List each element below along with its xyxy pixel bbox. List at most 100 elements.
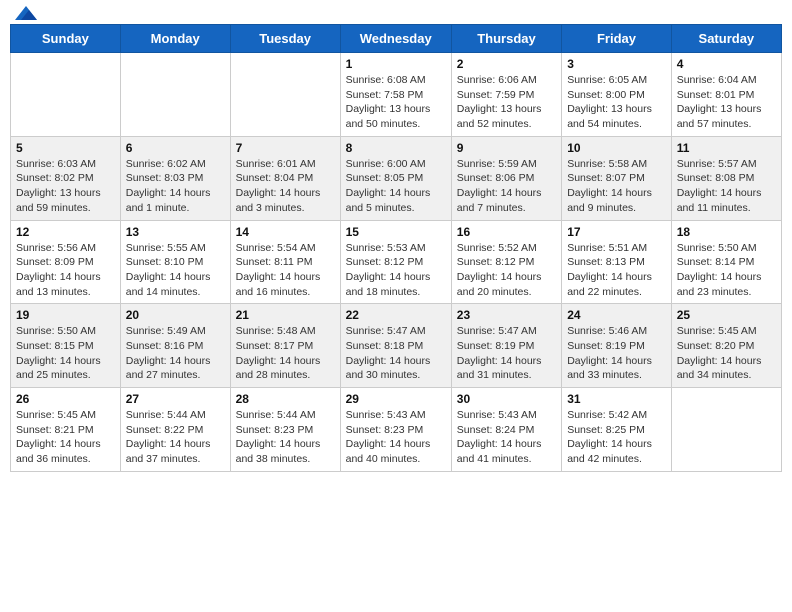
day-number: 9 (457, 141, 556, 155)
cell-content: Sunrise: 6:05 AM Sunset: 8:00 PM Dayligh… (567, 73, 666, 132)
calendar-cell: 17 Sunrise: 5:51 AM Sunset: 8:13 PM Dayli… (562, 220, 672, 304)
calendar-cell: 19 Sunrise: 5:50 AM Sunset: 8:15 PM Dayli… (11, 304, 121, 388)
cell-content: Sunrise: 6:08 AM Sunset: 7:58 PM Dayligh… (346, 73, 446, 132)
calendar-cell: 2Sunrise: 6:06 AM Sunset: 7:59 PM Daylig… (451, 53, 561, 137)
cell-content: Sunrise: 5:42 AM Sunset: 8:25 PM Dayligh… (567, 408, 666, 467)
weekday-header-monday: Monday (120, 25, 230, 53)
calendar-cell: 21 Sunrise: 5:48 AM Sunset: 8:17 PM Dayli… (230, 304, 340, 388)
day-number: 25 (677, 308, 776, 322)
calendar-cell: 13 Sunrise: 5:55 AM Sunset: 8:10 PM Dayli… (120, 220, 230, 304)
weekday-header-thursday: Thursday (451, 25, 561, 53)
cell-content: Sunrise: 5:52 AM Sunset: 8:12 PM Dayligh… (457, 241, 556, 300)
day-number: 31 (567, 392, 666, 406)
calendar-cell: 5Sunrise: 6:03 AM Sunset: 8:02 PM Daylig… (11, 136, 121, 220)
calendar-cell: 30 Sunrise: 5:43 AM Sunset: 8:24 PM Dayli… (451, 388, 561, 472)
day-number: 13 (126, 225, 225, 239)
calendar-cell (120, 53, 230, 137)
cell-content: Sunrise: 5:53 AM Sunset: 8:12 PM Dayligh… (346, 241, 446, 300)
weekday-header-friday: Friday (562, 25, 672, 53)
day-number: 29 (346, 392, 446, 406)
day-number: 15 (346, 225, 446, 239)
day-number: 7 (236, 141, 335, 155)
cell-content: Sunrise: 5:43 AM Sunset: 8:23 PM Dayligh… (346, 408, 446, 467)
cell-content: Sunrise: 5:55 AM Sunset: 8:10 PM Dayligh… (126, 241, 225, 300)
cell-content: Sunrise: 5:57 AM Sunset: 8:08 PM Dayligh… (677, 157, 776, 216)
cell-content: Sunrise: 5:50 AM Sunset: 8:14 PM Dayligh… (677, 241, 776, 300)
day-number: 17 (567, 225, 666, 239)
calendar-cell: 20 Sunrise: 5:49 AM Sunset: 8:16 PM Dayli… (120, 304, 230, 388)
logo-icon (15, 6, 37, 22)
calendar-week-row: 12Sunrise: 5:56 AM Sunset: 8:09 PM Dayli… (11, 220, 782, 304)
day-number: 24 (567, 308, 666, 322)
day-number: 4 (677, 57, 776, 71)
cell-content: Sunrise: 5:44 AM Sunset: 8:22 PM Dayligh… (126, 408, 225, 467)
cell-content: Sunrise: 5:44 AM Sunset: 8:23 PM Dayligh… (236, 408, 335, 467)
calendar-week-row: 1 Sunrise: 6:08 AM Sunset: 7:58 PM Daylig… (11, 53, 782, 137)
calendar-cell: 9Sunrise: 5:59 AM Sunset: 8:06 PM Daylig… (451, 136, 561, 220)
day-number: 16 (457, 225, 556, 239)
day-number: 26 (16, 392, 115, 406)
day-number: 11 (677, 141, 776, 155)
weekday-header-wednesday: Wednesday (340, 25, 451, 53)
cell-content: Sunrise: 5:45 AM Sunset: 8:21 PM Dayligh… (16, 408, 115, 467)
cell-content: Sunrise: 5:47 AM Sunset: 8:18 PM Dayligh… (346, 324, 446, 383)
calendar-cell: 27Sunrise: 5:44 AM Sunset: 8:22 PM Dayli… (120, 388, 230, 472)
calendar-cell (671, 388, 781, 472)
cell-content: Sunrise: 5:49 AM Sunset: 8:16 PM Dayligh… (126, 324, 225, 383)
cell-content: Sunrise: 5:51 AM Sunset: 8:13 PM Dayligh… (567, 241, 666, 300)
calendar-table: SundayMondayTuesdayWednesdayThursdayFrid… (10, 24, 782, 472)
calendar-cell: 7Sunrise: 6:01 AM Sunset: 8:04 PM Daylig… (230, 136, 340, 220)
weekday-header-tuesday: Tuesday (230, 25, 340, 53)
calendar-cell: 26 Sunrise: 5:45 AM Sunset: 8:21 PM Dayli… (11, 388, 121, 472)
cell-content: Sunrise: 5:48 AM Sunset: 8:17 PM Dayligh… (236, 324, 335, 383)
calendar-cell: 12Sunrise: 5:56 AM Sunset: 8:09 PM Dayli… (11, 220, 121, 304)
cell-content: Sunrise: 5:50 AM Sunset: 8:15 PM Dayligh… (16, 324, 115, 383)
calendar-cell: 22Sunrise: 5:47 AM Sunset: 8:18 PM Dayli… (340, 304, 451, 388)
cell-content: Sunrise: 5:54 AM Sunset: 8:11 PM Dayligh… (236, 241, 335, 300)
cell-content: Sunrise: 5:47 AM Sunset: 8:19 PM Dayligh… (457, 324, 556, 383)
calendar-cell: 15 Sunrise: 5:53 AM Sunset: 8:12 PM Dayli… (340, 220, 451, 304)
calendar-cell: 18 Sunrise: 5:50 AM Sunset: 8:14 PM Dayli… (671, 220, 781, 304)
day-number: 20 (126, 308, 225, 322)
calendar-week-row: 19 Sunrise: 5:50 AM Sunset: 8:15 PM Dayli… (11, 304, 782, 388)
weekday-header-sunday: Sunday (11, 25, 121, 53)
day-number: 19 (16, 308, 115, 322)
day-number: 3 (567, 57, 666, 71)
day-number: 18 (677, 225, 776, 239)
cell-content: Sunrise: 6:00 AM Sunset: 8:05 PM Dayligh… (346, 157, 446, 216)
calendar-cell (230, 53, 340, 137)
day-number: 21 (236, 308, 335, 322)
calendar-cell: 16 Sunrise: 5:52 AM Sunset: 8:12 PM Dayli… (451, 220, 561, 304)
calendar-cell: 1 Sunrise: 6:08 AM Sunset: 7:58 PM Daylig… (340, 53, 451, 137)
weekday-header-saturday: Saturday (671, 25, 781, 53)
calendar-cell: 14Sunrise: 5:54 AM Sunset: 8:11 PM Dayli… (230, 220, 340, 304)
cell-content: Sunrise: 5:45 AM Sunset: 8:20 PM Dayligh… (677, 324, 776, 383)
calendar-cell: 8 Sunrise: 6:00 AM Sunset: 8:05 PM Daylig… (340, 136, 451, 220)
cell-content: Sunrise: 5:58 AM Sunset: 8:07 PM Dayligh… (567, 157, 666, 216)
calendar-cell: 11 Sunrise: 5:57 AM Sunset: 8:08 PM Dayli… (671, 136, 781, 220)
calendar-week-row: 5Sunrise: 6:03 AM Sunset: 8:02 PM Daylig… (11, 136, 782, 220)
calendar-cell: 23 Sunrise: 5:47 AM Sunset: 8:19 PM Dayli… (451, 304, 561, 388)
logo (14, 10, 37, 18)
day-number: 2 (457, 57, 556, 71)
calendar-cell: 29 Sunrise: 5:43 AM Sunset: 8:23 PM Dayli… (340, 388, 451, 472)
calendar-cell: 10 Sunrise: 5:58 AM Sunset: 8:07 PM Dayli… (562, 136, 672, 220)
calendar-cell (11, 53, 121, 137)
day-number: 8 (346, 141, 446, 155)
day-number: 6 (126, 141, 225, 155)
cell-content: Sunrise: 6:02 AM Sunset: 8:03 PM Dayligh… (126, 157, 225, 216)
cell-content: Sunrise: 5:56 AM Sunset: 8:09 PM Dayligh… (16, 241, 115, 300)
day-number: 30 (457, 392, 556, 406)
day-number: 1 (346, 57, 446, 71)
day-number: 10 (567, 141, 666, 155)
page-header (10, 10, 782, 18)
cell-content: Sunrise: 5:43 AM Sunset: 8:24 PM Dayligh… (457, 408, 556, 467)
calendar-cell: 28 Sunrise: 5:44 AM Sunset: 8:23 PM Dayli… (230, 388, 340, 472)
calendar-week-row: 26 Sunrise: 5:45 AM Sunset: 8:21 PM Dayli… (11, 388, 782, 472)
calendar-cell: 6 Sunrise: 6:02 AM Sunset: 8:03 PM Daylig… (120, 136, 230, 220)
calendar-cell: 3 Sunrise: 6:05 AM Sunset: 8:00 PM Daylig… (562, 53, 672, 137)
calendar-cell: 24Sunrise: 5:46 AM Sunset: 8:19 PM Dayli… (562, 304, 672, 388)
day-number: 28 (236, 392, 335, 406)
day-number: 23 (457, 308, 556, 322)
cell-content: Sunrise: 6:04 AM Sunset: 8:01 PM Dayligh… (677, 73, 776, 132)
